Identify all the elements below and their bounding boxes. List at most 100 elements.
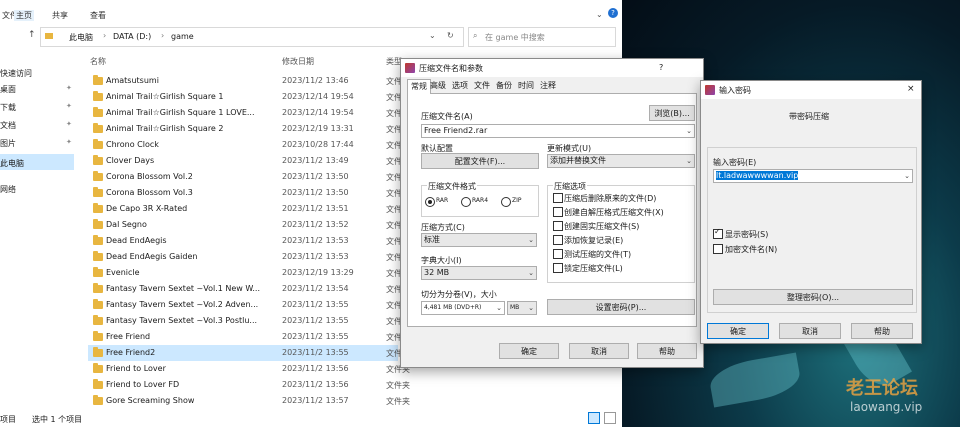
table-row[interactable]: Animal Trail☆Girlish Square 2 2023/12/19 …: [88, 121, 410, 137]
option-checkbox[interactable]: [553, 249, 563, 259]
table-row[interactable]: Fantasy Tavern Sextet ~Vol.2 Adven... 202…: [88, 297, 410, 313]
format-rar4-radio[interactable]: [461, 197, 471, 207]
split-unit-select[interactable]: MB ⌄: [507, 301, 537, 315]
tab-comment[interactable]: 注释: [537, 79, 559, 93]
history-dropdown-icon[interactable]: ⌄: [429, 31, 436, 40]
ribbon-tab-view[interactable]: 查看: [90, 10, 106, 21]
profiles-button[interactable]: 配置文件(F)...: [421, 153, 539, 169]
table-row[interactable]: Amatsutsumi 2023/11/2 13:46 文件夹: [88, 73, 410, 89]
help-button[interactable]: 帮助: [637, 343, 697, 359]
help-button[interactable]: 帮助: [851, 323, 913, 339]
file-date: 2023/11/2 13:50: [282, 172, 349, 181]
chevron-down-icon: ⌄: [686, 157, 692, 165]
table-row[interactable]: Free Friend2 2023/11/2 13:55 文件夹: [88, 345, 410, 361]
file-name: Dead EndAegis: [106, 236, 167, 245]
chevron-down-icon: ⌄: [528, 304, 534, 312]
tab-files[interactable]: 文件: [471, 79, 493, 93]
file-date: 2023/11/2 13:55: [282, 300, 349, 309]
table-row[interactable]: Corona Blossom Vol.2 2023/11/2 13:50 文件夹: [88, 169, 410, 185]
archive-dialog-titlebar[interactable]: 压缩文件名和参数 ?: [401, 59, 703, 77]
address-bar[interactable]: 此电脑 › DATA (D:) › game ⌄ ↻: [40, 27, 464, 47]
nav-this-pc-row[interactable]: 此电脑: [0, 154, 74, 170]
update-mode-select[interactable]: 添加并替换文件 ⌄: [547, 154, 695, 168]
ok-button[interactable]: 确定: [499, 343, 559, 359]
nav-this-pc: 此电脑: [0, 159, 24, 168]
archive-name-input[interactable]: Free Friend2.rar ⌄: [421, 124, 695, 138]
close-icon[interactable]: ×: [907, 84, 915, 94]
encrypt-names-checkbox[interactable]: [713, 244, 723, 254]
table-row[interactable]: Corona Blossom Vol.3 2023/11/2 13:50 文件夹: [88, 185, 410, 201]
nav-downloads[interactable]: 下载: [0, 102, 16, 113]
ribbon-tab-home[interactable]: 主页: [14, 10, 34, 21]
search-box[interactable]: ⌕ 在 game 中搜索: [468, 27, 616, 47]
table-row[interactable]: Dead EndAegis Gaiden 2023/11/2 13:53 文件夹: [88, 249, 410, 265]
organize-passwords-button[interactable]: 整理密码(O)...: [713, 289, 913, 305]
column-header-date[interactable]: 修改日期: [282, 56, 314, 67]
folder-icon: [93, 219, 103, 229]
cancel-button[interactable]: 取消: [779, 323, 841, 339]
breadcrumb-game[interactable]: game: [171, 32, 194, 41]
refresh-icon[interactable]: ↻: [447, 31, 454, 40]
table-row[interactable]: Clover Days 2023/11/2 13:49 文件夹: [88, 153, 410, 169]
set-password-button[interactable]: 设置密码(P)...: [547, 299, 695, 315]
breadcrumb-separator-icon: ›: [161, 31, 165, 40]
option-checkbox[interactable]: [553, 207, 563, 217]
option-checkbox[interactable]: [553, 193, 563, 203]
table-row[interactable]: Fantasy Tavern Sextet ~Vol.3 Postlu... 20…: [88, 313, 410, 329]
table-row[interactable]: Friend to Lover 2023/11/2 13:56 文件夹: [88, 361, 410, 377]
option-checkbox[interactable]: [553, 263, 563, 273]
file-date: 2023/11/2 13:55: [282, 348, 349, 357]
table-row[interactable]: Animal Trail☆Girlish Square 1 LOVE... 202…: [88, 105, 410, 121]
table-row[interactable]: Fantasy Tavern Sextet ~Vol.1 New W... 202…: [88, 281, 410, 297]
file-name: Fantasy Tavern Sextet ~Vol.2 Adven...: [106, 300, 259, 309]
ribbon-tab-share[interactable]: 共享: [52, 10, 68, 21]
column-header-name[interactable]: 名称: [90, 56, 106, 67]
nav-documents[interactable]: 文档: [0, 120, 16, 131]
file-name: Corona Blossom Vol.3: [106, 188, 193, 197]
folder-icon: [93, 251, 103, 261]
tab-time[interactable]: 时间: [515, 79, 537, 93]
tab-options[interactable]: 选项: [449, 79, 471, 93]
ribbon-expand-icon[interactable]: ⌄: [596, 10, 603, 19]
dict-select[interactable]: 32 MB ⌄: [421, 266, 537, 280]
file-date: 2023/10/28 17:44: [282, 140, 354, 149]
table-row[interactable]: Dal Segno 2023/11/2 13:52 文件夹: [88, 217, 410, 233]
option-checkbox[interactable]: [553, 221, 563, 231]
format-zip-radio[interactable]: [501, 197, 511, 207]
table-row[interactable]: Chrono Clock 2023/10/28 17:44 文件夹: [88, 137, 410, 153]
nav-network[interactable]: 网络: [0, 184, 16, 195]
breadcrumb-this-pc[interactable]: 此电脑: [69, 32, 93, 43]
table-row[interactable]: Free Friend 2023/11/2 13:55 文件夹: [88, 329, 410, 345]
nav-pictures[interactable]: 图片: [0, 138, 16, 149]
nav-quick-access[interactable]: 快速访问: [0, 68, 32, 79]
table-row[interactable]: Dead EndAegis 2023/11/2 13:53 文件夹: [88, 233, 410, 249]
option-checkbox[interactable]: [553, 235, 563, 245]
ok-button[interactable]: 确定: [707, 323, 769, 339]
show-password-checkbox[interactable]: ✓: [713, 227, 723, 239]
format-rar-radio[interactable]: [425, 197, 435, 207]
password-dialog-titlebar[interactable]: 输入密码 ×: [701, 81, 921, 99]
browse-button[interactable]: 浏览(B)...: [649, 105, 695, 121]
file-date: 2023/11/2 13:55: [282, 316, 349, 325]
method-select[interactable]: 标准 ⌄: [421, 233, 537, 247]
table-row[interactable]: Animal Trail☆Girlish Square 1 2023/12/14 …: [88, 89, 410, 105]
file-name: Dead EndAegis Gaiden: [106, 252, 198, 261]
up-arrow-icon[interactable]: ↑: [28, 30, 36, 40]
tab-backup[interactable]: 备份: [493, 79, 515, 93]
table-row[interactable]: De Capo 3R X-Rated 2023/11/2 13:51 文件夹: [88, 201, 410, 217]
password-input[interactable]: lt.ladwawwwwan.vip ⌄: [713, 169, 913, 183]
split-size-input[interactable]: 4,481 MB (DVD+R) ⌄: [421, 301, 505, 315]
table-row[interactable]: Gore Screaming Show 2023/11/2 13:57 文件夹: [88, 393, 410, 409]
table-row[interactable]: Friend to Lover FD 2023/11/2 13:56 文件夹: [88, 377, 410, 393]
help-icon[interactable]: ?: [608, 8, 618, 18]
file-date: 2023/11/2 13:49: [282, 156, 349, 165]
table-row[interactable]: Evenicle 2023/12/19 13:29 文件夹: [88, 265, 410, 281]
details-view-icon[interactable]: [588, 412, 600, 424]
method-value: 标准: [424, 235, 440, 244]
breadcrumb-drive[interactable]: DATA (D:): [113, 32, 151, 41]
nav-desktop[interactable]: 桌面: [0, 84, 16, 95]
cancel-button[interactable]: 取消: [569, 343, 629, 359]
tab-advanced[interactable]: 高级: [427, 79, 449, 93]
large-icons-view-icon[interactable]: [604, 412, 616, 424]
help-question[interactable]: ?: [659, 63, 663, 72]
